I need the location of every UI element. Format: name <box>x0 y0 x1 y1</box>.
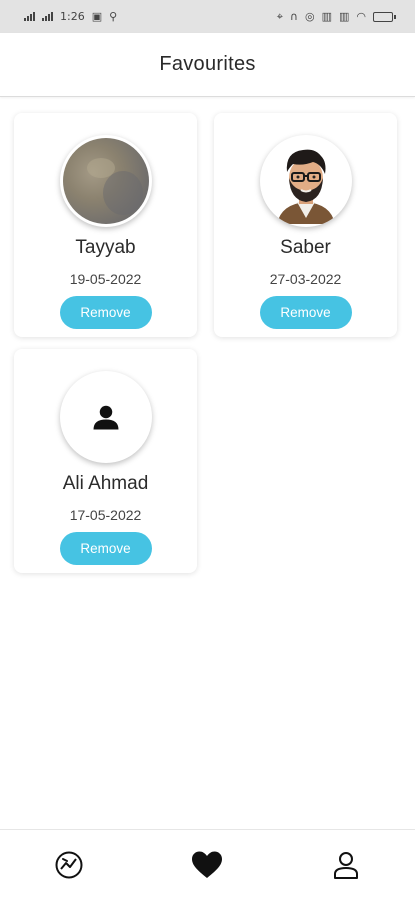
wifi-icon: ◠ <box>356 10 366 23</box>
favourite-name: Tayyab <box>75 237 136 258</box>
headset-icon: ∩ <box>289 10 298 23</box>
favourites-grid: Tayyab 19-05-2022 Remove Saber 27-03-202… <box>0 97 415 573</box>
status-left: 1:26 ▣ ⚲ <box>24 10 117 23</box>
page-title: Favourites <box>159 53 256 75</box>
favourite-date: 27-03-2022 <box>269 271 342 287</box>
remove-button[interactable]: Remove <box>59 532 152 565</box>
favourite-date: 17-05-2022 <box>69 507 142 523</box>
avatar <box>259 135 352 227</box>
person-icon <box>93 405 118 430</box>
usb-icon: ⚲ <box>109 10 118 23</box>
remove-button[interactable]: Remove <box>259 296 352 329</box>
heart-icon <box>192 851 223 878</box>
volte-icon: ▥ <box>338 10 350 23</box>
favourite-name: Saber <box>280 237 331 258</box>
bottom-navigation <box>0 829 415 900</box>
avatar <box>59 371 152 463</box>
gallery-notification-icon: ▣ <box>91 10 103 23</box>
status-bar: 1:26 ▣ ⚲ ⌖ ∩ ◎ ▥ ▥ ◠ <box>0 0 415 33</box>
location-icon: ⌖ <box>276 10 283 23</box>
favourite-card: Tayyab 19-05-2022 Remove <box>14 113 197 337</box>
status-right: ⌖ ∩ ◎ ▥ ▥ ◠ <box>276 10 396 23</box>
cartoon-avatar-icon <box>262 138 349 224</box>
favourite-card: Saber 27-03-2022 Remove <box>214 113 397 337</box>
avatar-photo <box>62 138 149 224</box>
favourite-card: Ali Ahmad 17-05-2022 Remove <box>14 349 197 573</box>
nav-explore-button[interactable] <box>39 835 99 895</box>
avatar <box>59 135 152 227</box>
hotspot-icon: ◎ <box>304 10 315 23</box>
signal-icon <box>42 12 53 21</box>
battery-icon <box>373 11 396 22</box>
volte-icon: ▥ <box>321 10 332 23</box>
signal-icon <box>24 12 35 21</box>
nav-profile-button[interactable] <box>316 835 376 895</box>
nav-favourites-button[interactable] <box>177 835 237 895</box>
favourite-date: 19-05-2022 <box>69 271 142 287</box>
explore-icon <box>55 851 83 879</box>
app-header: Favourites <box>0 33 415 97</box>
profile-icon <box>333 852 358 879</box>
favourite-name: Ali Ahmad <box>62 473 149 494</box>
status-time: 1:26 <box>60 10 85 23</box>
remove-button[interactable]: Remove <box>59 296 152 329</box>
